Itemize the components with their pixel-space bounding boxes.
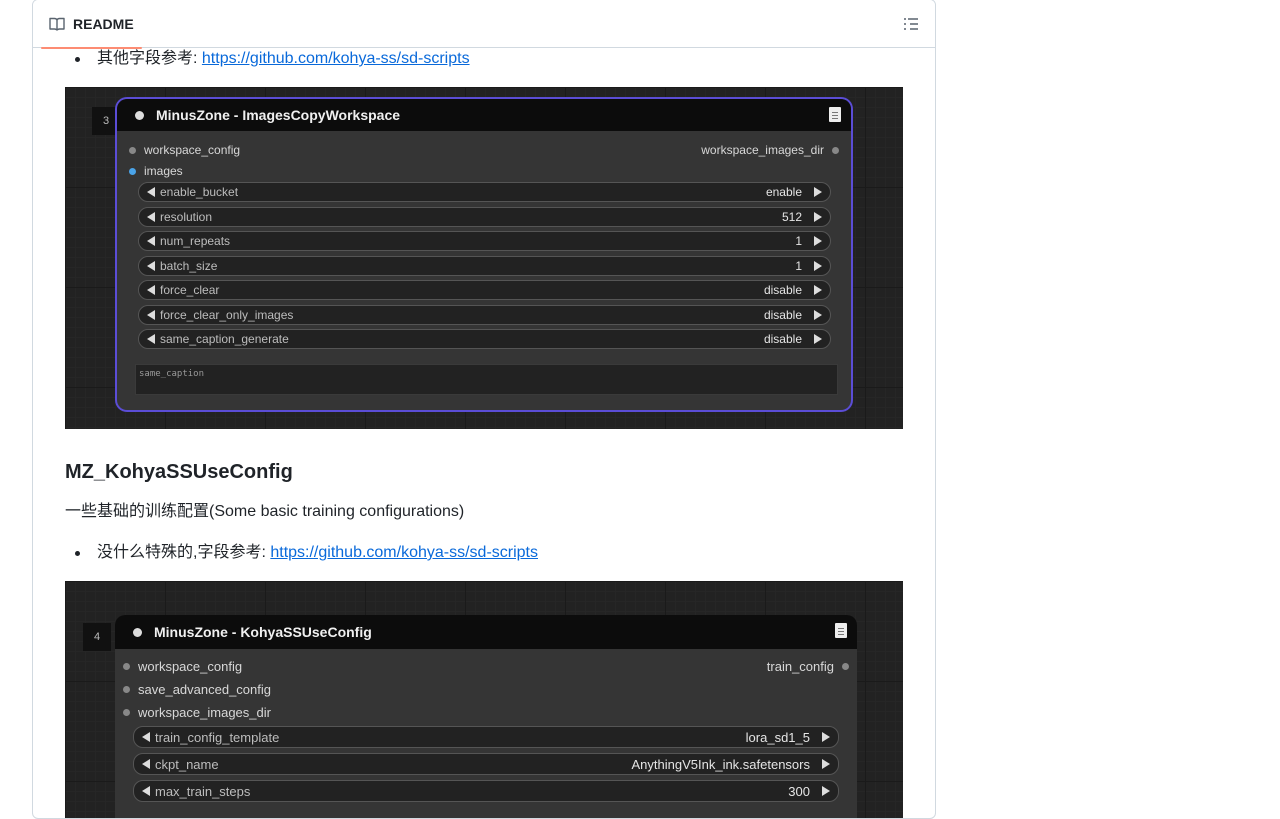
increment-arrow-icon[interactable]	[814, 285, 822, 295]
document-icon[interactable]	[835, 623, 847, 638]
slot-pin-icon	[129, 167, 136, 175]
increment-arrow-icon[interactable]	[814, 310, 822, 320]
same-caption-textarea[interactable]: same_caption	[135, 364, 838, 395]
slot-pin-icon	[842, 663, 849, 670]
readme-header: README	[33, 0, 935, 49]
node-id-badge: 3	[92, 107, 120, 135]
node-title-bar[interactable]: MinusZone - KohyaSSUseConfig	[115, 615, 857, 649]
book-icon	[49, 17, 65, 31]
decrement-arrow-icon[interactable]	[142, 786, 150, 796]
increment-arrow-icon[interactable]	[814, 187, 822, 197]
images-copy-workspace-screenshot: 3 MinusZone - ImagesCopyWorkspace worksp…	[65, 87, 903, 429]
widget-enable-bucket[interactable]: enable_bucket enable	[138, 182, 831, 202]
list-item: 其他字段参考: https://github.com/kohya-ss/sd-s…	[75, 47, 470, 71]
increment-arrow-icon[interactable]	[814, 261, 822, 271]
sd-scripts-link[interactable]: https://github.com/kohya-ss/sd-scripts	[270, 544, 538, 561]
kohya-ss-use-config-screenshot: 4 MinusZone - KohyaSSUseConfig workspace…	[65, 581, 903, 818]
readme-tab-label: README	[73, 16, 134, 32]
increment-arrow-icon[interactable]	[814, 334, 822, 344]
slot-pin-icon	[129, 146, 136, 154]
widget-max-train-steps[interactable]: max_train_steps 300	[133, 780, 839, 802]
widget-train-config-template[interactable]: train_config_template lora_sd1_5	[133, 726, 839, 748]
output-slot[interactable]: train_config	[767, 659, 849, 674]
input-slot[interactable]: save_advanced_config	[123, 682, 271, 697]
input-slot[interactable]: workspace_images_dir	[123, 705, 271, 720]
bullet-text: 没什么特殊的,字段参考:	[97, 544, 271, 561]
slot-pin-icon	[123, 663, 130, 670]
readme-container: README 其他字段参考: https://github.com/kohya-…	[32, 0, 936, 819]
section-description: 一些基础的训练配置(Some basic training configurat…	[65, 503, 465, 520]
bullet-text: 其他字段参考:	[97, 50, 202, 67]
increment-arrow-icon[interactable]	[814, 212, 822, 222]
readme-tab[interactable]: README	[41, 0, 142, 49]
increment-arrow-icon[interactable]	[814, 236, 822, 246]
node-title-bar[interactable]: MinusZone - ImagesCopyWorkspace	[117, 99, 851, 131]
widget-force-clear[interactable]: force_clear disable	[138, 280, 831, 300]
section-heading: MZ_KohyaSSUseConfig	[65, 461, 293, 483]
collapse-dot-icon[interactable]	[135, 110, 144, 120]
collapse-dot-icon[interactable]	[133, 627, 142, 637]
list-outline-icon	[904, 18, 918, 30]
node-id-badge: 4	[83, 623, 111, 651]
document-icon[interactable]	[829, 107, 841, 122]
decrement-arrow-icon[interactable]	[147, 334, 155, 344]
output-slot[interactable]: workspace_images_dir	[701, 143, 839, 157]
decrement-arrow-icon[interactable]	[147, 236, 155, 246]
increment-arrow-icon[interactable]	[822, 786, 830, 796]
decrement-arrow-icon[interactable]	[142, 732, 150, 742]
input-slot[interactable]: workspace_config	[129, 143, 240, 157]
kohya-ss-use-config-node[interactable]: MinusZone - KohyaSSUseConfig workspace_c…	[115, 615, 857, 818]
input-slot[interactable]: workspace_config	[123, 659, 242, 674]
decrement-arrow-icon[interactable]	[147, 310, 155, 320]
slot-pin-icon	[123, 686, 130, 693]
increment-arrow-icon[interactable]	[822, 732, 830, 742]
decrement-arrow-icon[interactable]	[142, 759, 150, 769]
widget-force-clear-only-images[interactable]: force_clear_only_images disable	[138, 305, 831, 325]
widget-ckpt-name[interactable]: ckpt_name AnythingV5Ink_ink.safetensors	[133, 753, 839, 775]
decrement-arrow-icon[interactable]	[147, 187, 155, 197]
widget-num-repeats[interactable]: num_repeats 1	[138, 231, 831, 251]
node-title: MinusZone - KohyaSSUseConfig	[154, 624, 372, 640]
widget-resolution[interactable]: resolution 512	[138, 207, 831, 227]
outline-button[interactable]	[897, 12, 925, 36]
slot-pin-icon	[832, 146, 839, 154]
node-title: MinusZone - ImagesCopyWorkspace	[156, 107, 401, 123]
decrement-arrow-icon[interactable]	[147, 212, 155, 222]
decrement-arrow-icon[interactable]	[147, 285, 155, 295]
list-item: 没什么特殊的,字段参考: https://github.com/kohya-ss…	[75, 541, 538, 565]
decrement-arrow-icon[interactable]	[147, 261, 155, 271]
widget-batch-size[interactable]: batch_size 1	[138, 256, 831, 276]
widget-same-caption-generate[interactable]: same_caption_generate disable	[138, 329, 831, 349]
input-slot[interactable]: images	[129, 164, 183, 178]
images-copy-workspace-node[interactable]: MinusZone - ImagesCopyWorkspace workspac…	[117, 99, 851, 410]
slot-pin-icon	[123, 709, 130, 716]
increment-arrow-icon[interactable]	[822, 759, 830, 769]
sd-scripts-link[interactable]: https://github.com/kohya-ss/sd-scripts	[202, 50, 470, 67]
